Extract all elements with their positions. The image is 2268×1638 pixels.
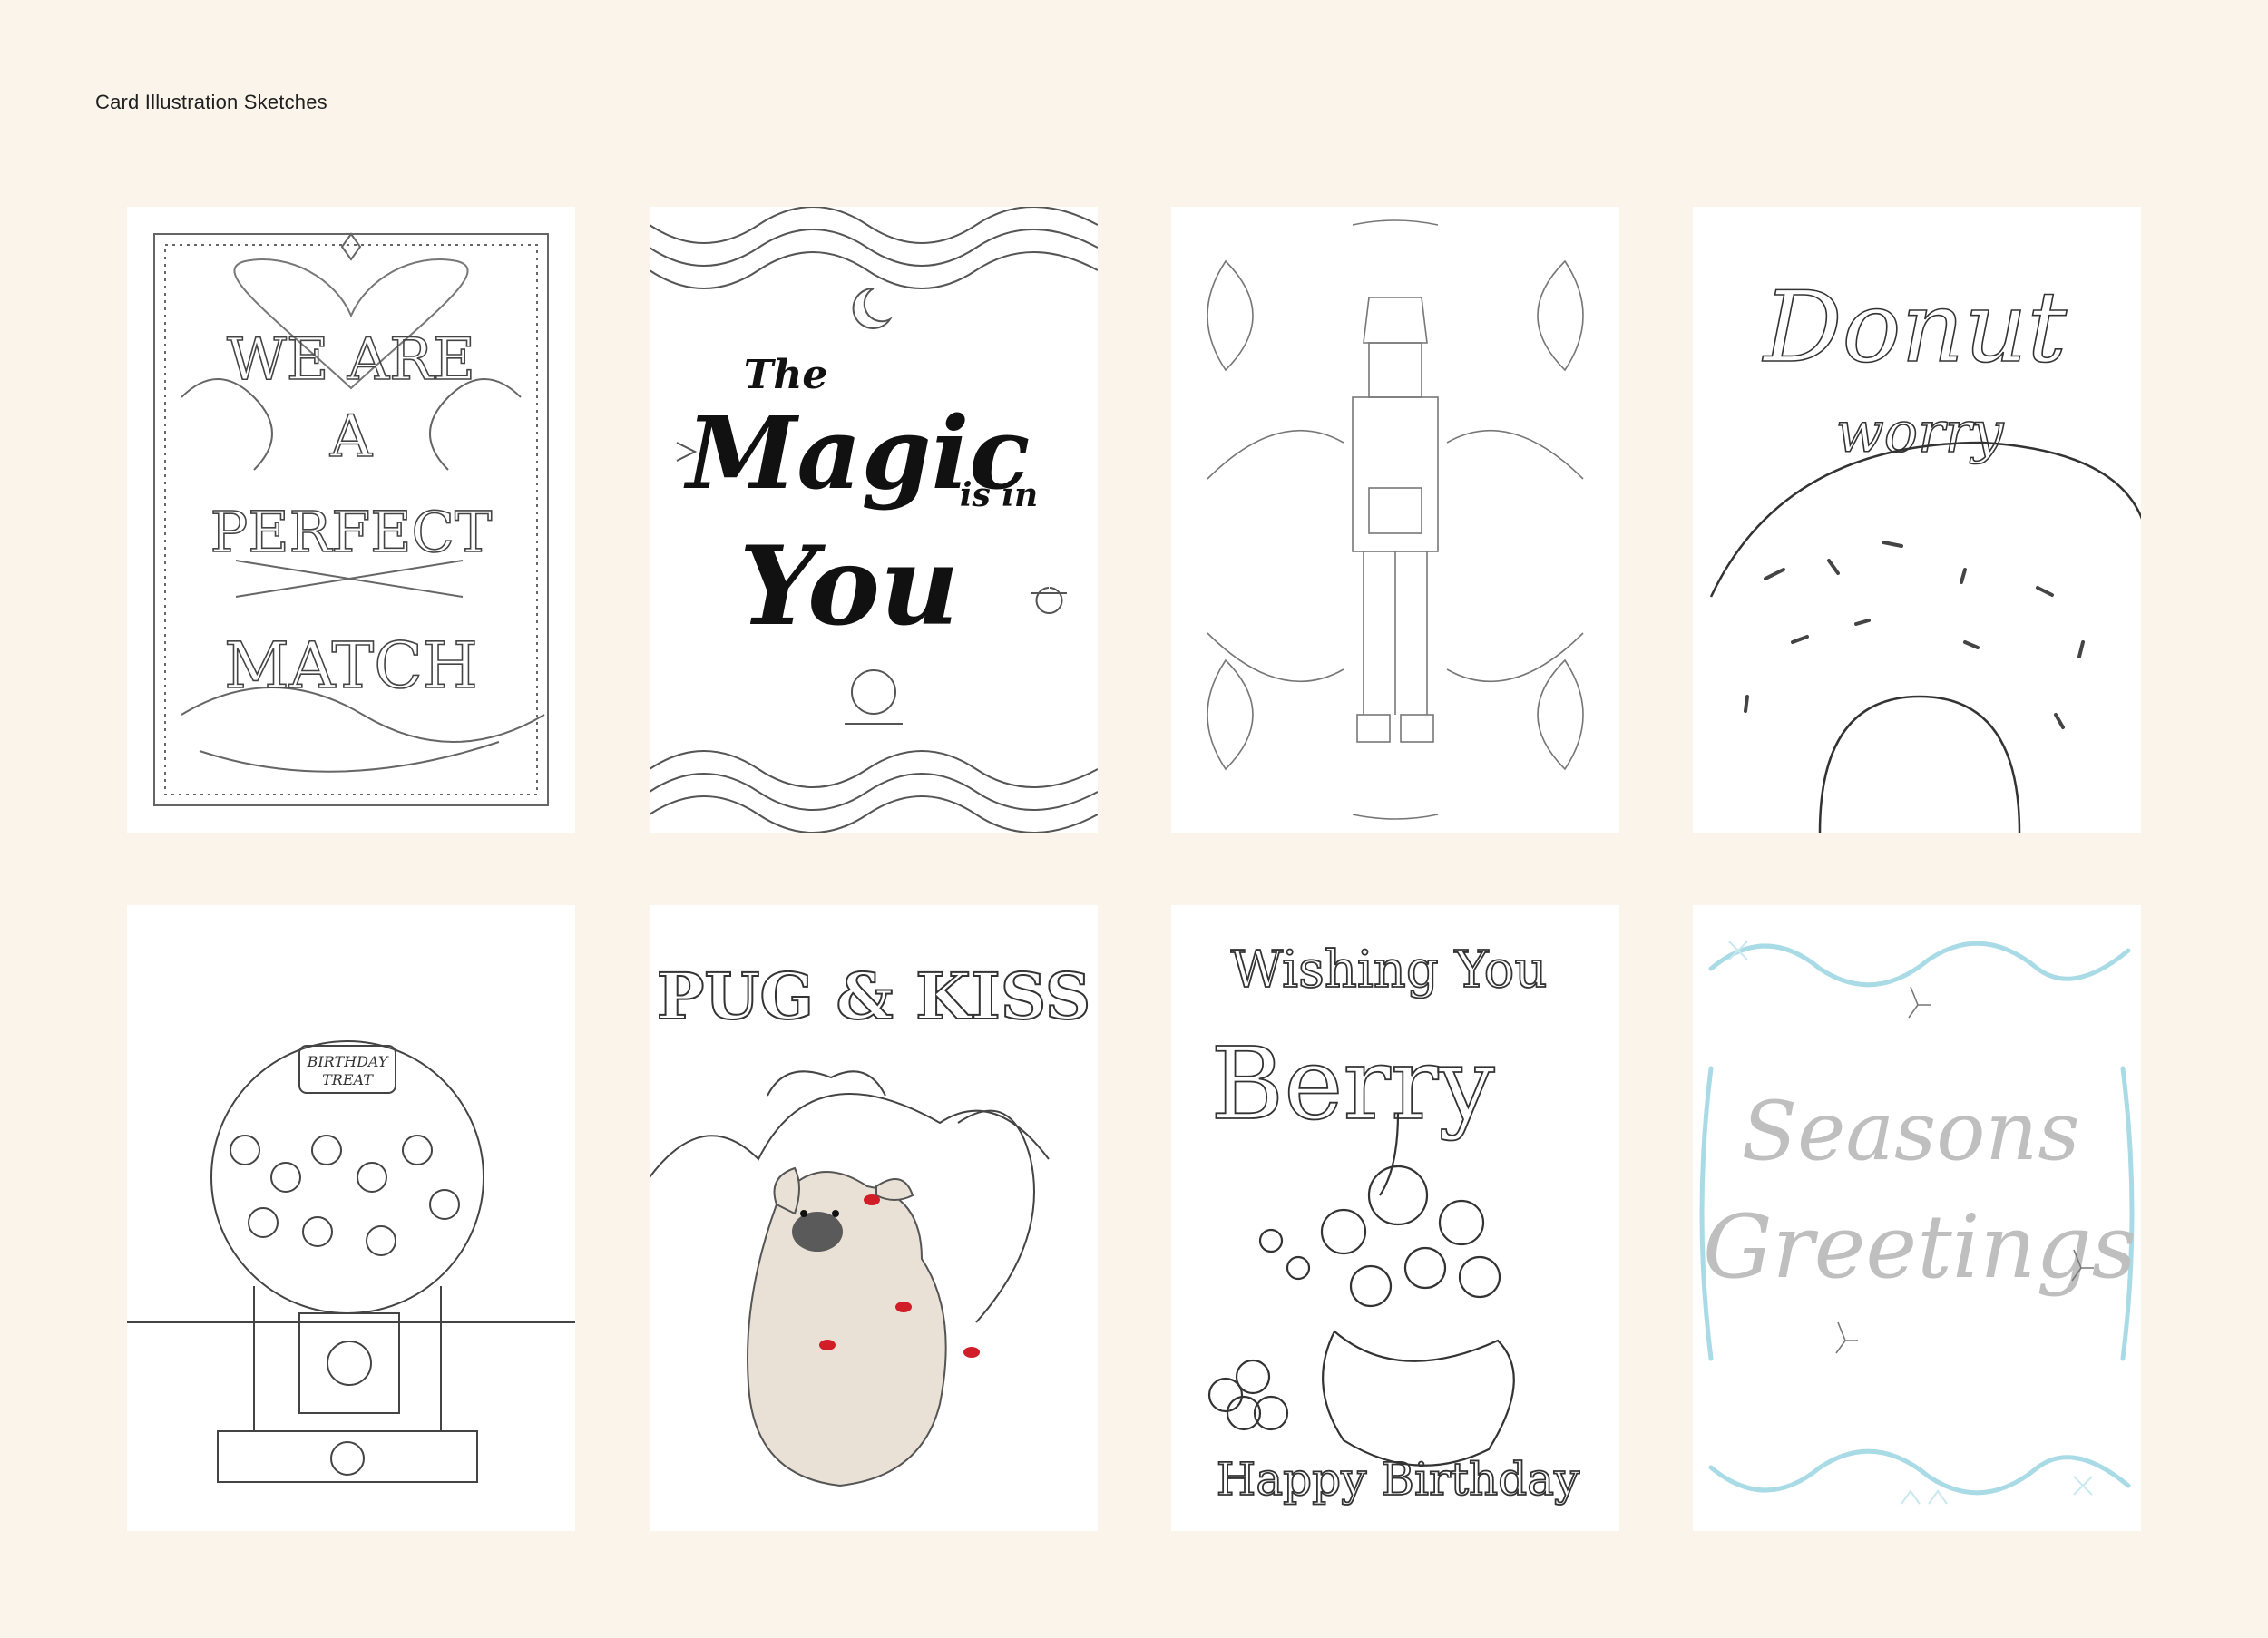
card-text-line: PERFECT — [210, 499, 493, 565]
card-seasons-greetings[interactable]: Seasons Greetings — [1693, 905, 2141, 1531]
card-text-line: A — [329, 404, 373, 471]
card-text-line: TREAT — [322, 1071, 374, 1088]
card-perfect-match[interactable]: WE ARE A PERFECT MATCH — [127, 207, 575, 833]
card-nutcracker[interactable] — [1171, 207, 1619, 833]
donut-sketch: Donut worry — [1709, 270, 2141, 833]
gumball-machine-sketch: BIRTHDAY TREAT — [127, 1040, 575, 1483]
card-magic-is-in-you[interactable]: The Magic is in You — [650, 207, 1098, 833]
perfect-match-sketch: WE ARE A PERFECT MATCH — [153, 232, 549, 806]
card-text-line: Greetings — [1703, 1196, 2136, 1298]
card-donut-worry[interactable]: Donut worry — [1693, 207, 2141, 833]
card-text-line: worry — [1836, 399, 2005, 465]
card-text-line: is in — [960, 476, 1038, 514]
card-text-line: Berry — [1210, 1026, 1494, 1142]
magic-sketch: The Magic is in You — [650, 207, 1098, 833]
card-text-line: WE ARE — [227, 327, 475, 394]
card-text-line: Happy Birthday — [1217, 1453, 1580, 1506]
card-text-line: You — [739, 522, 960, 650]
card-birthday-treat[interactable]: BIRTHDAY TREAT — [127, 905, 575, 1531]
card-text-line: The — [744, 352, 828, 398]
card-wishing-you-berry[interactable]: Wishing You Berry Happy Birthday — [1171, 905, 1619, 1531]
card-pug-and-kiss[interactable]: PUG & KISS — [650, 905, 1098, 1531]
seasons-greetings-sketch: Seasons Greetings — [1699, 941, 2136, 1505]
nutcracker-sketch — [1207, 219, 1584, 820]
berry-sketch: Wishing You Berry Happy Birthday — [1207, 940, 1581, 1506]
card-text-line: MATCH — [224, 629, 478, 703]
page-title: Card Illustration Sketches — [95, 91, 327, 113]
card-text-line: BIRTHDAY — [307, 1053, 389, 1070]
card-text-line: PUG & KISS — [657, 959, 1091, 1034]
pug-sketch: PUG & KISS — [650, 958, 1091, 1487]
card-text-line: Seasons — [1741, 1084, 2079, 1179]
card-text-line: Wishing You — [1231, 941, 1548, 999]
card-text-line: Donut — [1762, 271, 2068, 385]
